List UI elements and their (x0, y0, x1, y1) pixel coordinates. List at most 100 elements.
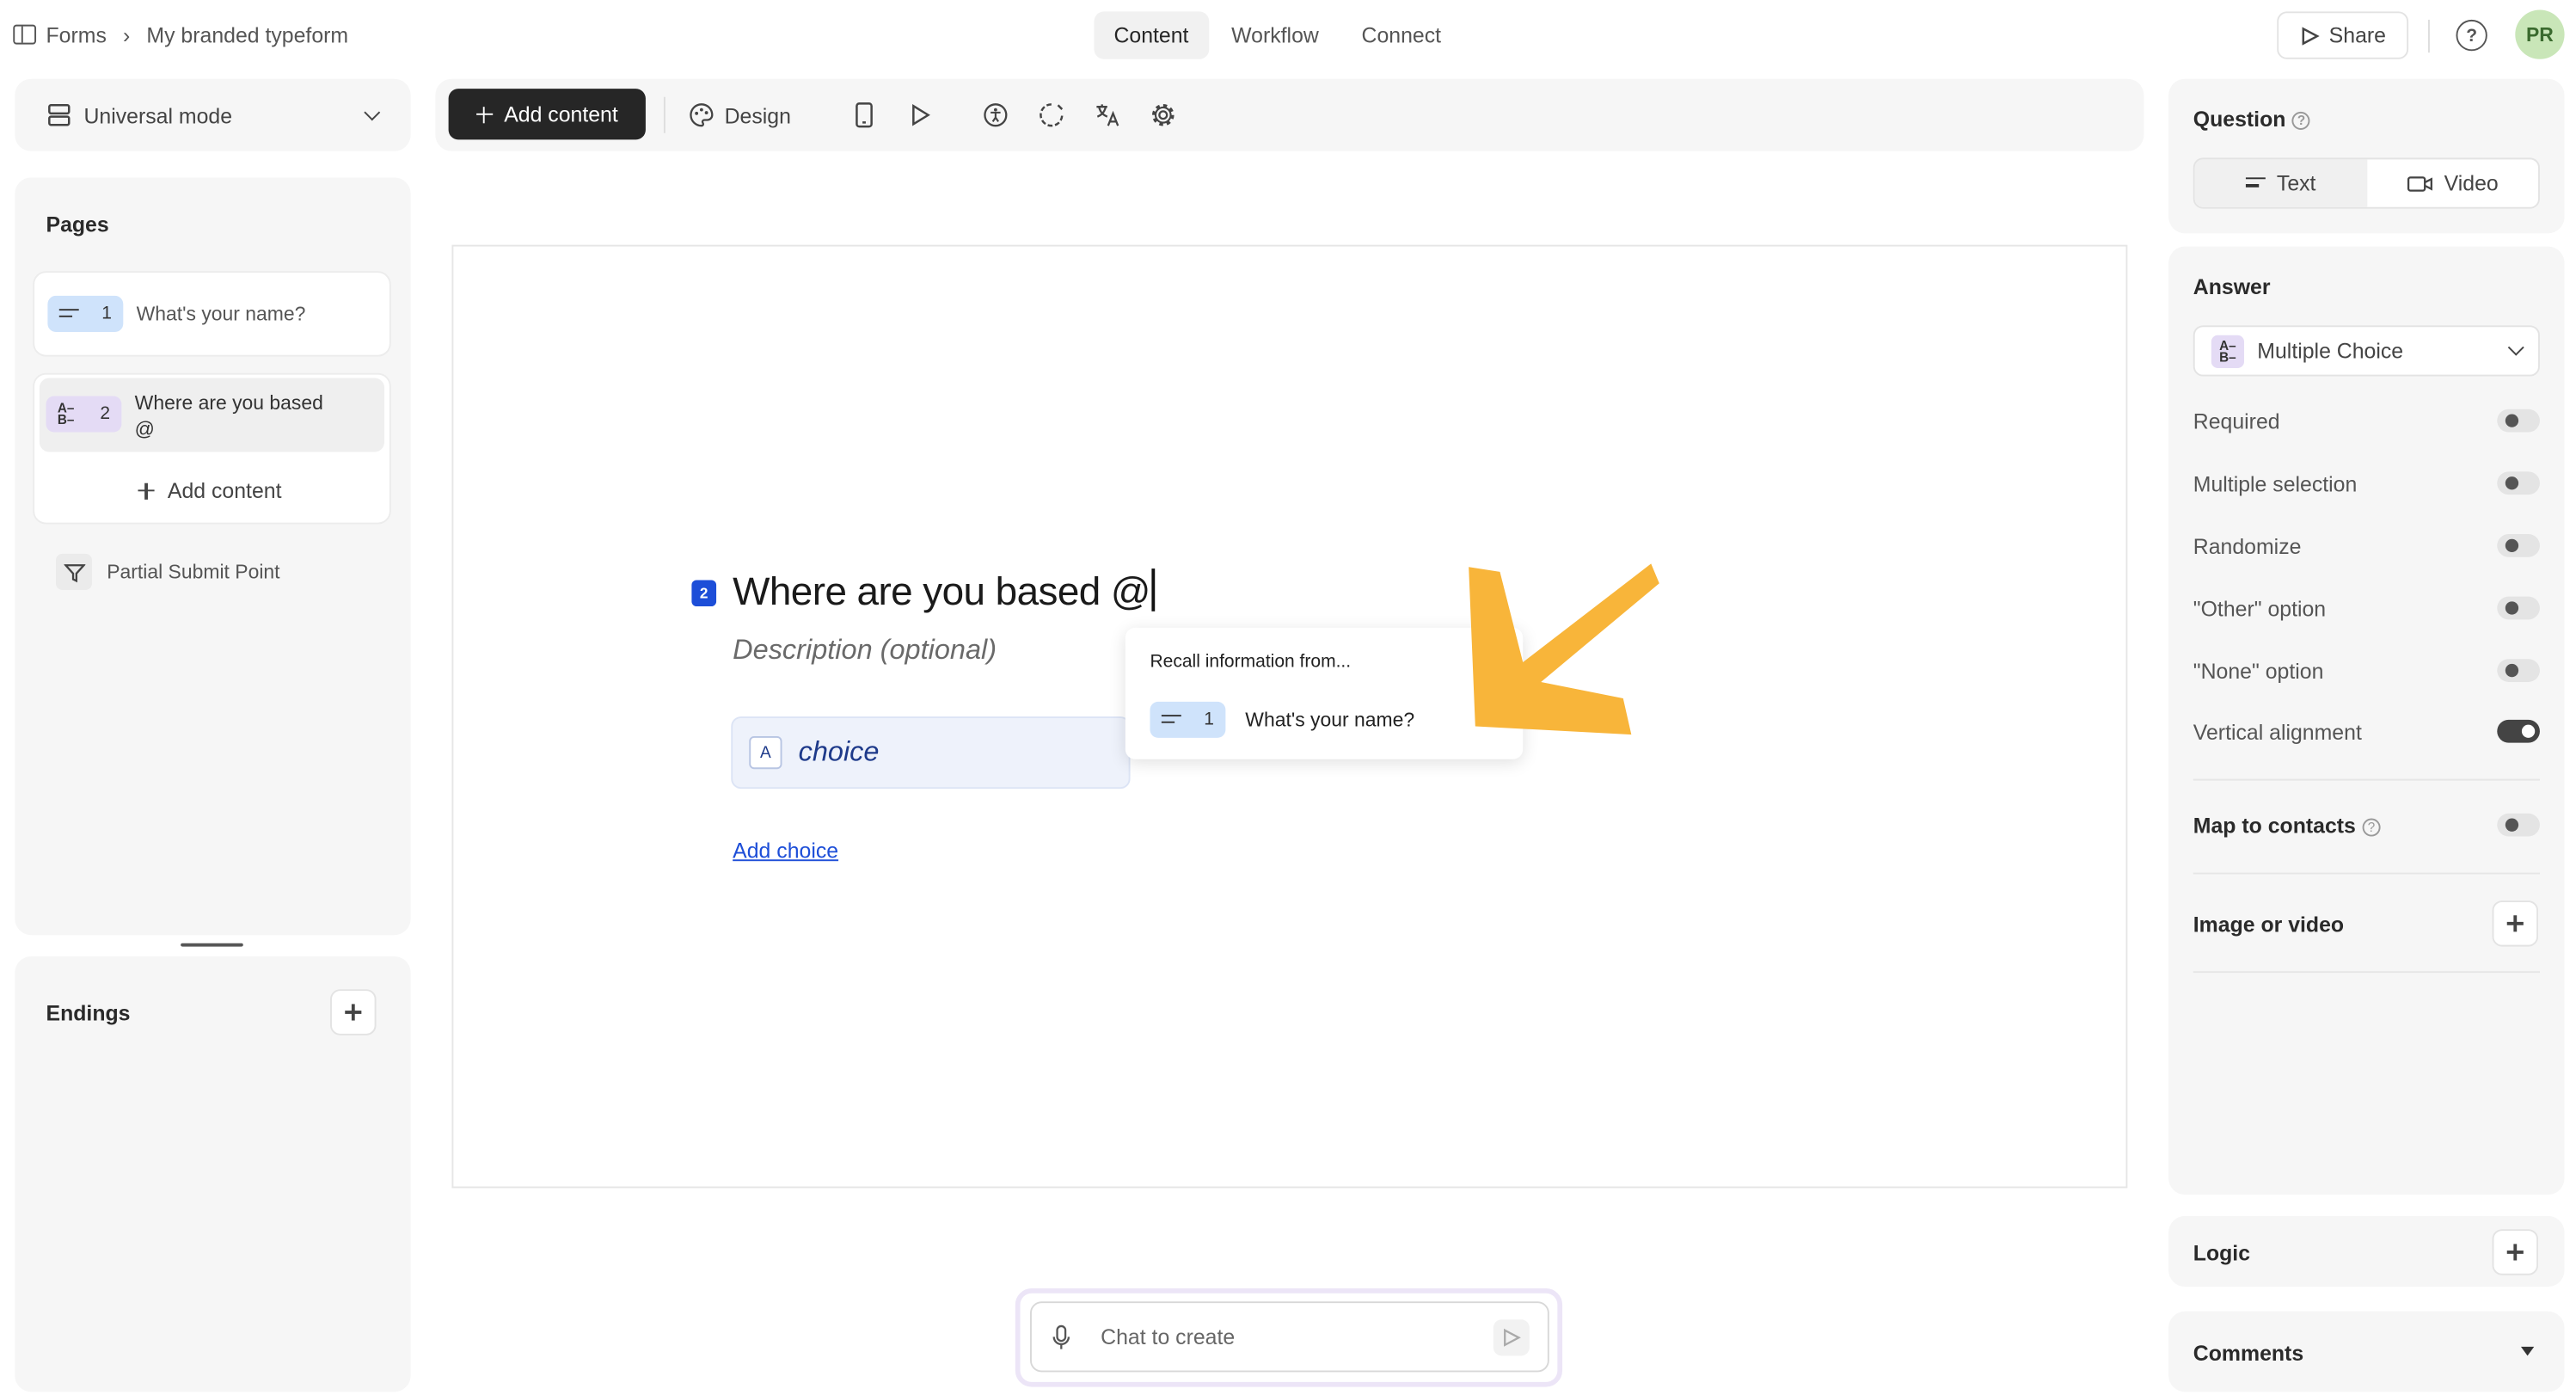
page-item-2[interactable]: A– B– 2 Where are you based @ (39, 378, 385, 452)
loading-icon[interactable] (1035, 99, 1068, 132)
plus-icon (475, 106, 493, 123)
share-play-icon (2301, 26, 2320, 45)
multiple-choice-icon: A– B– (2211, 334, 2245, 368)
add-logic-button[interactable] (2492, 1229, 2539, 1275)
settings-icon[interactable] (1147, 99, 1180, 132)
question-section-label: Question (2193, 107, 2286, 132)
recall-item[interactable]: 1 What's your name? (1150, 701, 1415, 738)
caret-down-icon[interactable] (2520, 1346, 2535, 1357)
share-button[interactable]: Share (2277, 11, 2409, 59)
answer-title: Answer (2193, 274, 2271, 299)
palette-icon (690, 103, 714, 127)
comments-label: Comments (2193, 1341, 2304, 1366)
tab-workflow[interactable]: Workflow (1211, 11, 1339, 58)
setting-none-option-label: "None" option (2193, 658, 2324, 683)
avatar[interactable]: PR (2515, 9, 2565, 59)
page-2-label-wrap: Where are you based @ (135, 390, 323, 442)
setting-other-option-label: "Other" option (2193, 595, 2327, 621)
page-1-label: What's your name? (136, 302, 306, 326)
microphone-icon[interactable] (1052, 1324, 1071, 1350)
info-icon[interactable]: ? (2292, 111, 2311, 130)
breadcrumb-current[interactable]: My branded typeform (146, 22, 348, 47)
map-to-contacts-toggle[interactable] (2497, 813, 2540, 837)
question-settings-panel (2168, 78, 2565, 234)
add-content-button[interactable]: Add content (448, 89, 646, 140)
section-divider (2193, 872, 2540, 875)
page-1-number: 1 (101, 304, 112, 324)
plus-icon (2506, 915, 2524, 932)
question-description-input[interactable]: Description (optional) (733, 635, 997, 667)
top-divider (2428, 19, 2430, 53)
recall-item-label: What's your name? (1245, 708, 1415, 732)
recall-item-number: 1 (1204, 710, 1215, 730)
tab-content[interactable]: Content (1094, 11, 1209, 59)
mode-video-button[interactable]: Video (2366, 159, 2538, 206)
setting-vertical-alignment-label: Vertical alignment (2193, 718, 2362, 744)
mode-selector[interactable]: Universal mode (15, 78, 411, 151)
endings-title: Endings (46, 1000, 131, 1026)
partial-submit-item[interactable]: Partial Submit Point (55, 553, 280, 590)
play-icon[interactable] (904, 99, 936, 132)
send-icon (1504, 1328, 1521, 1347)
forms-icon (13, 24, 37, 45)
text-icon (2245, 177, 2266, 188)
required-toggle[interactable] (2497, 409, 2540, 433)
page-item-1[interactable]: 1 What's your name? (33, 271, 391, 357)
breadcrumb-forms[interactable]: Forms (46, 22, 106, 47)
logic-label: Logic (2193, 1240, 2251, 1266)
setting-none-option: "None" option (2193, 654, 2540, 686)
map-to-contacts-label: Map to contacts (2193, 812, 2356, 838)
recall-title: Recall information from... (1150, 652, 1352, 673)
mode-video-label: Video (2444, 170, 2499, 196)
tab-connect[interactable]: Connect (1342, 11, 1461, 58)
help-icon[interactable]: ? (2456, 19, 2487, 52)
other-option-toggle[interactable] (2497, 596, 2540, 620)
question-title: Where are you based @ (733, 570, 1150, 615)
mobile-preview-icon[interactable] (848, 99, 880, 132)
setting-multiple-selection-label: Multiple selection (2193, 470, 2358, 496)
question-title-input[interactable]: Where are you based @ (733, 568, 1155, 616)
choice-key: A (749, 735, 782, 770)
top-tabs: Content Workflow Connect (1094, 11, 1461, 59)
answer-type-select[interactable]: A– B– Multiple Choice (2193, 325, 2540, 377)
setting-other-option: "Other" option (2193, 592, 2540, 624)
share-label: Share (2328, 22, 2386, 48)
section-divider (2193, 778, 2540, 781)
add-media-button[interactable] (2492, 900, 2539, 947)
pages-title: Pages (46, 212, 109, 237)
add-content-link[interactable]: Add content (138, 478, 281, 503)
add-ending-button[interactable] (330, 989, 377, 1035)
accessibility-icon[interactable] (979, 99, 1012, 132)
choice-option[interactable]: A choice (731, 716, 1131, 790)
layout-icon (48, 104, 71, 126)
send-button[interactable] (1493, 1319, 1530, 1356)
mode-text-button[interactable]: Text (2194, 159, 2367, 207)
chevron-down-icon (2507, 339, 2524, 356)
question-number-badge: 2 (691, 580, 717, 607)
randomize-toggle[interactable] (2497, 533, 2540, 557)
recall-item-badge: 1 (1150, 701, 1226, 738)
multiple-selection-toggle[interactable] (2497, 471, 2540, 495)
breadcrumb-separator: › (123, 22, 131, 47)
annotation-arrow-icon (1469, 563, 1659, 735)
design-label: Design (724, 102, 791, 128)
info-icon[interactable]: ? (2362, 817, 2381, 836)
setting-map-to-contacts: Map to contacts? (2193, 808, 2540, 841)
multiple-choice-icon: A– B– (57, 401, 75, 427)
add-choice-link[interactable]: Add choice (733, 838, 838, 863)
chat-input[interactable]: Chat to create (1030, 1301, 1549, 1373)
mode-label: Universal mode (83, 102, 233, 128)
translate-icon[interactable] (1091, 99, 1124, 132)
plus-icon (345, 1004, 362, 1021)
page-1-badge: 1 (47, 295, 124, 332)
none-option-toggle[interactable] (2497, 659, 2540, 682)
resize-handle[interactable] (181, 943, 243, 947)
question-mode-toggle: Text Video (2193, 157, 2540, 209)
design-button[interactable]: Design (689, 95, 791, 135)
vertical-alignment-toggle[interactable] (2497, 719, 2540, 743)
chevron-down-icon (364, 103, 381, 120)
page-2-number: 2 (100, 404, 111, 424)
page-2-label-line2: @ (134, 417, 155, 441)
chat-placeholder: Chat to create (1101, 1324, 1236, 1349)
choice-label[interactable]: choice (799, 736, 880, 769)
